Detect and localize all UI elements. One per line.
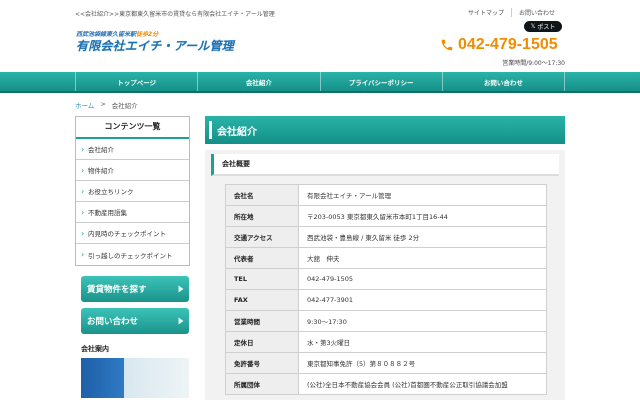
- row-label: 交通アクセス: [225, 226, 299, 248]
- contents-menu-title: コンテンツ一覧: [76, 117, 189, 139]
- main-content: 会社紹介 会社概要 会社名 有限会社エイチ・アール管理 所在地 〒203-0053 …: [205, 116, 565, 400]
- row-value: 有限会社エイチ・アール管理: [298, 184, 547, 206]
- table-row: 代表者 大舘 伸夫: [225, 247, 547, 269]
- row-value: 042-479-1505: [298, 268, 547, 290]
- sidebar: コンテンツ一覧 会社紹介 物件紹介 お役立ちリンク 不動産用語集 内見時のチェッ…: [75, 116, 190, 398]
- row-label: 免許番号: [225, 352, 299, 374]
- row-value: 西武池袋・豊島線 / 東久留米 徒歩 2分: [298, 226, 547, 248]
- nav-item-contact[interactable]: お問い合わせ: [443, 72, 565, 91]
- row-label: 代表者: [225, 247, 299, 269]
- company-guide-heading: 会社案内: [81, 345, 109, 353]
- business-hours: 営業時間/9:00〜17:30: [502, 60, 565, 67]
- x-post-button[interactable]: 𝕏 ポスト: [524, 21, 562, 32]
- row-label: FAX: [225, 289, 299, 311]
- sidebar-item-viewing-checkpoints[interactable]: 内見時のチェックポイント: [76, 223, 189, 244]
- company-info-table: 会社名 有限会社エイチ・アール管理 所在地 〒203-0053 東京都東久留米市本町…: [225, 184, 547, 395]
- table-row: 定休日 水・第3火曜日: [225, 331, 547, 353]
- sidebar-item-moving-checkpoints[interactable]: 引っ越しのチェックポイント: [76, 244, 189, 265]
- global-nav: トップページ 会社紹介 プライバシーポリシー お問い合わせ: [0, 72, 640, 93]
- contact-banner-label: お問い合わせ: [87, 317, 139, 327]
- phone-number[interactable]: 042-479-1505: [458, 36, 558, 54]
- nav-item-top[interactable]: トップページ: [75, 72, 199, 91]
- table-row: 免許番号 東京都知事免許（5）第８０８８２号: [225, 352, 547, 374]
- page-title: 会社紹介: [205, 116, 565, 144]
- table-row: FAX 042-477-3901: [225, 289, 547, 311]
- search-rental-banner[interactable]: 賃貸物件を探す: [81, 276, 189, 302]
- sidebar-item-glossary[interactable]: 不動産用語集: [76, 202, 189, 223]
- row-value: 水・第3火曜日: [298, 331, 547, 353]
- arrow-right-icon: [178, 317, 184, 325]
- search-rental-label: 賃貸物件を探す: [87, 285, 147, 295]
- nav-item-privacy[interactable]: プライバシーポリシー: [321, 72, 443, 91]
- row-label: 会社名: [225, 184, 299, 206]
- row-label: 定休日: [225, 331, 299, 353]
- section-heading: 会社概要: [211, 154, 559, 176]
- top-links: サイトマップ お問い合わせ: [461, 8, 562, 17]
- site-logo[interactable]: 有限会社エイチ・アール管理: [76, 37, 234, 54]
- breadcrumb-current: 会社紹介: [111, 102, 138, 110]
- row-value: 大舘 伸夫: [298, 247, 547, 269]
- row-value: 9:30〜17:30: [298, 310, 547, 332]
- row-value: 042-477-3901: [298, 289, 547, 311]
- table-row: 所在地 〒203-0053 東京都東久留米市本町1丁目16-44: [225, 205, 547, 227]
- table-row: 営業時間 9:30〜17:30: [225, 310, 547, 332]
- row-value: (公社)全日本不動産協会会員 (公社)首都圏不動産公正取引協議会加盟: [298, 373, 547, 395]
- sidebar-item-properties[interactable]: 物件紹介: [76, 160, 189, 181]
- contact-banner[interactable]: お問い合わせ: [81, 308, 189, 334]
- site-tagline: <<会社紹介>>東京都東久留米市の賃貸なら有限会社エイチ・アール管理: [75, 11, 275, 18]
- company-overview-section: 会社概要 会社名 有限会社エイチ・アール管理 所在地 〒203-0053 東京都東久…: [205, 150, 565, 400]
- row-value: 〒203-0053 東京都東久留米市本町1丁目16-44: [298, 205, 547, 227]
- breadcrumb-separator: >: [100, 100, 106, 108]
- row-label: 営業時間: [225, 310, 299, 332]
- phone-icon: [441, 39, 453, 51]
- sitemap-link[interactable]: サイトマップ: [461, 8, 511, 17]
- table-row: TEL 042-479-1505: [225, 268, 547, 290]
- nav-item-company[interactable]: 会社紹介: [198, 72, 321, 91]
- post-button-label: ポスト: [537, 24, 556, 31]
- table-row: 会社名 有限会社エイチ・アール管理: [225, 184, 547, 206]
- row-label: 所属団体: [225, 373, 299, 395]
- row-value: 東京都知事免許（5）第８０８８２号: [298, 352, 547, 374]
- arrow-right-icon: [178, 285, 184, 293]
- row-label: 所在地: [225, 205, 299, 227]
- storefront-image: [81, 358, 189, 398]
- sidebar-item-company[interactable]: 会社紹介: [76, 139, 189, 160]
- sidebar-item-links[interactable]: お役立ちリンク: [76, 181, 189, 202]
- phone-block: 042-479-1505: [440, 36, 558, 54]
- breadcrumb-home[interactable]: ホーム: [75, 100, 94, 110]
- x-logo-icon: 𝕏: [530, 23, 536, 30]
- contact-link[interactable]: お問い合わせ: [510, 8, 562, 17]
- row-label: TEL: [225, 268, 299, 290]
- table-row: 所属団体 (公社)全日本不動産協会会員 (公社)首都圏不動産公正取引協議会加盟: [225, 373, 547, 395]
- breadcrumb: ホーム > 会社紹介: [75, 100, 138, 110]
- table-row: 交通アクセス 西武池袋・豊島線 / 東久留米 徒歩 2分: [225, 226, 547, 248]
- contents-menu: コンテンツ一覧 会社紹介 物件紹介 お役立ちリンク 不動産用語集 内見時のチェッ…: [75, 116, 190, 266]
